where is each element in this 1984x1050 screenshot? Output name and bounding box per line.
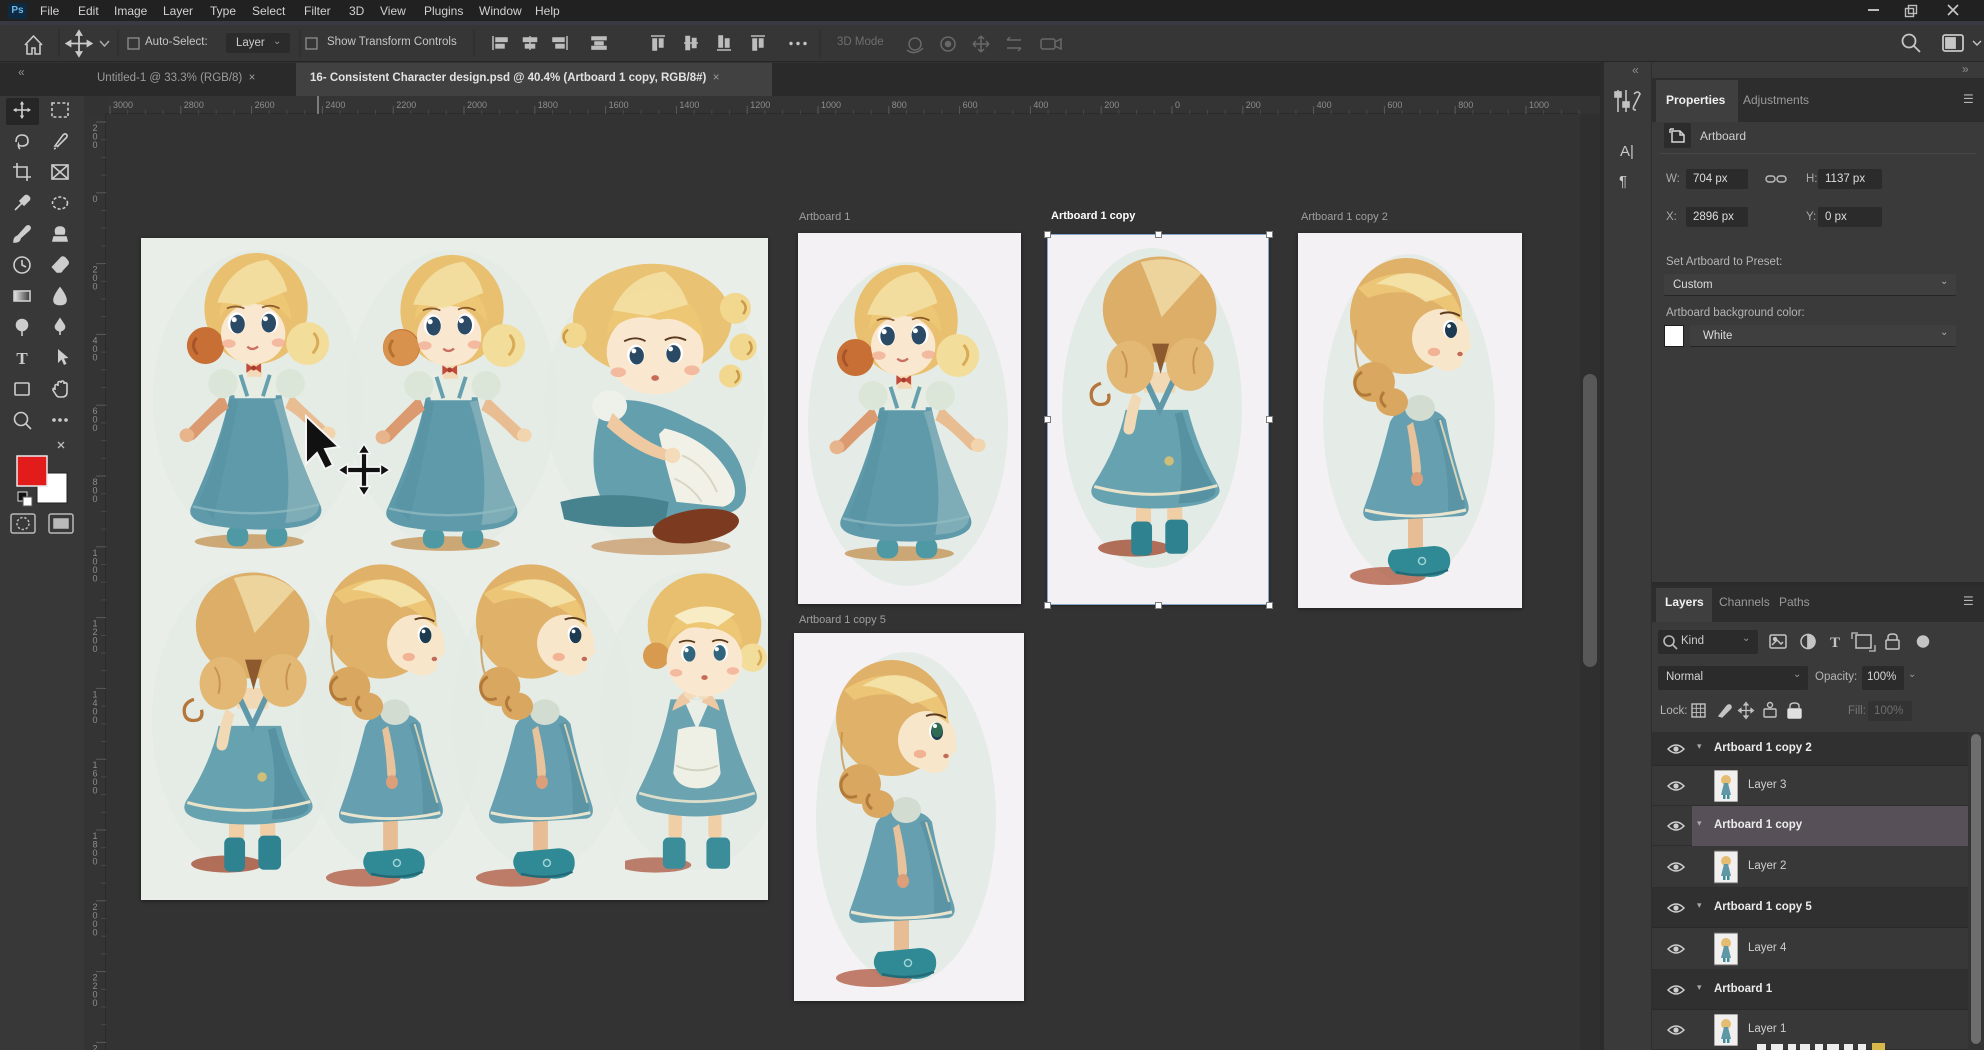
svg-text:T: T (16, 349, 28, 368)
svg-text:0: 0 (92, 927, 97, 937)
svg-text:2800: 2800 (184, 100, 204, 110)
svg-text:0: 0 (92, 140, 97, 150)
svg-text:400: 400 (1033, 100, 1048, 110)
svg-text:800: 800 (1458, 100, 1473, 110)
svg-text:0: 0 (92, 352, 97, 362)
svg-text:2000: 2000 (467, 100, 487, 110)
svg-text:1000: 1000 (821, 100, 841, 110)
svg-text:0: 0 (92, 282, 97, 292)
svg-text:1000: 1000 (1529, 100, 1549, 110)
svg-text:0: 0 (1175, 100, 1180, 110)
svg-text:200: 200 (1246, 100, 1261, 110)
svg-text:0: 0 (92, 644, 97, 654)
svg-text:0: 0 (92, 857, 97, 867)
svg-text:0: 0 (92, 494, 97, 504)
svg-text:600: 600 (1387, 100, 1402, 110)
svg-text:800: 800 (892, 100, 907, 110)
svg-text:0: 0 (92, 786, 97, 796)
svg-text:0: 0 (92, 998, 97, 1008)
svg-text:1200: 1200 (750, 100, 770, 110)
svg-text:2600: 2600 (255, 100, 275, 110)
svg-text:3000: 3000 (113, 100, 133, 110)
svg-text:0: 0 (92, 715, 97, 725)
svg-text:0: 0 (92, 573, 97, 583)
svg-text:2400: 2400 (325, 100, 345, 110)
svg-text:1400: 1400 (679, 100, 699, 110)
svg-text:¶: ¶ (1619, 173, 1627, 190)
svg-text:0: 0 (92, 194, 97, 204)
svg-text:400: 400 (1317, 100, 1332, 110)
svg-text:A|: A| (1620, 143, 1634, 160)
svg-text:T: T (1830, 635, 1840, 651)
svg-text:1600: 1600 (609, 100, 629, 110)
svg-text:600: 600 (963, 100, 978, 110)
svg-text:2: 2 (92, 1043, 97, 1050)
svg-text:0: 0 (92, 423, 97, 433)
svg-text:1800: 1800 (538, 100, 558, 110)
svg-text:200: 200 (1104, 100, 1119, 110)
svg-text:2200: 2200 (396, 100, 416, 110)
